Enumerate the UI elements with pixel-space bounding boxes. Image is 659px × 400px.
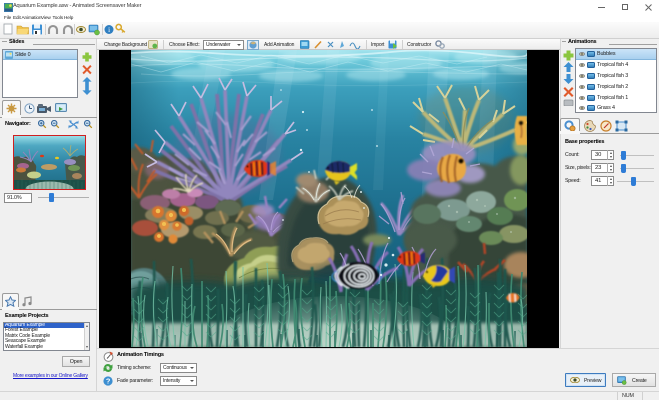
svg-text:?: ? <box>106 377 111 386</box>
svg-text:i: i <box>108 26 110 34</box>
